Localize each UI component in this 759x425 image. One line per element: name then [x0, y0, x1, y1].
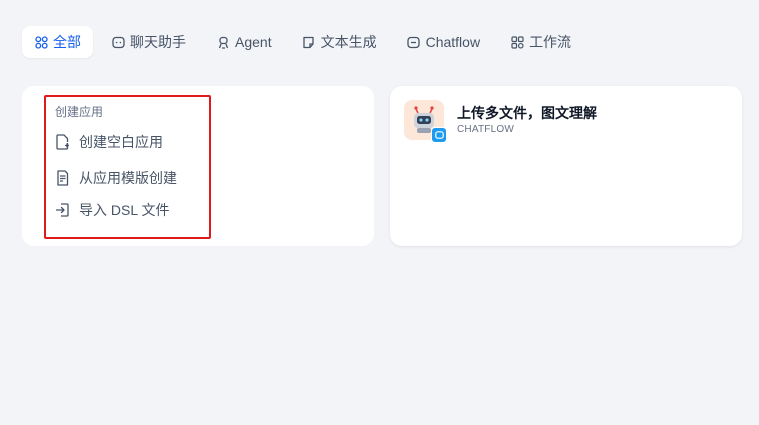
tab-label: Chatflow — [425, 34, 481, 50]
file-plus-icon — [54, 134, 70, 150]
app-type-label: CHATFLOW — [457, 124, 514, 135]
tab-label: Agent — [235, 34, 272, 50]
agent-icon — [216, 35, 230, 49]
workflow-icon — [510, 35, 524, 49]
create-item-label: 导入 DSL 文件 — [79, 202, 170, 218]
create-app-title: 创建应用 — [55, 105, 104, 119]
import-dsl-button[interactable]: 导入 DSL 文件 — [54, 200, 170, 220]
chat-flow-icon — [407, 35, 421, 49]
import-icon — [54, 202, 70, 218]
tab-workflow[interactable]: 工作流 — [498, 26, 583, 58]
tab-text-generation[interactable]: 文本生成 — [290, 26, 389, 58]
tab-label: 聊天助手 — [130, 34, 186, 50]
template-icon — [54, 170, 70, 186]
tab-chat-assistant[interactable]: 聊天助手 — [99, 26, 198, 58]
app-name: 上传多文件，图文理解 — [457, 105, 597, 121]
tab-chatflow[interactable]: Chatflow — [395, 26, 492, 58]
app-type-tabs: 全部 聊天助手 Agent 文本生成 Chatflow 工作流 — [22, 26, 589, 58]
create-item-label: 创建空白应用 — [79, 134, 163, 150]
tab-label: 工作流 — [529, 34, 572, 50]
create-blank-app-button[interactable]: 创建空白应用 — [54, 132, 163, 152]
create-item-label: 从应用模版创建 — [79, 170, 177, 186]
chat-badge-icon — [431, 127, 447, 143]
tab-agent[interactable]: Agent — [204, 26, 284, 58]
tab-label: 全部 — [53, 34, 81, 50]
tab-label: 文本生成 — [320, 34, 377, 50]
note-icon — [302, 35, 316, 49]
grid-icon — [34, 35, 48, 49]
tab-all[interactable]: 全部 — [22, 26, 93, 58]
chat-bubble-icon — [111, 35, 125, 49]
create-from-template-button[interactable]: 从应用模版创建 — [54, 168, 177, 188]
